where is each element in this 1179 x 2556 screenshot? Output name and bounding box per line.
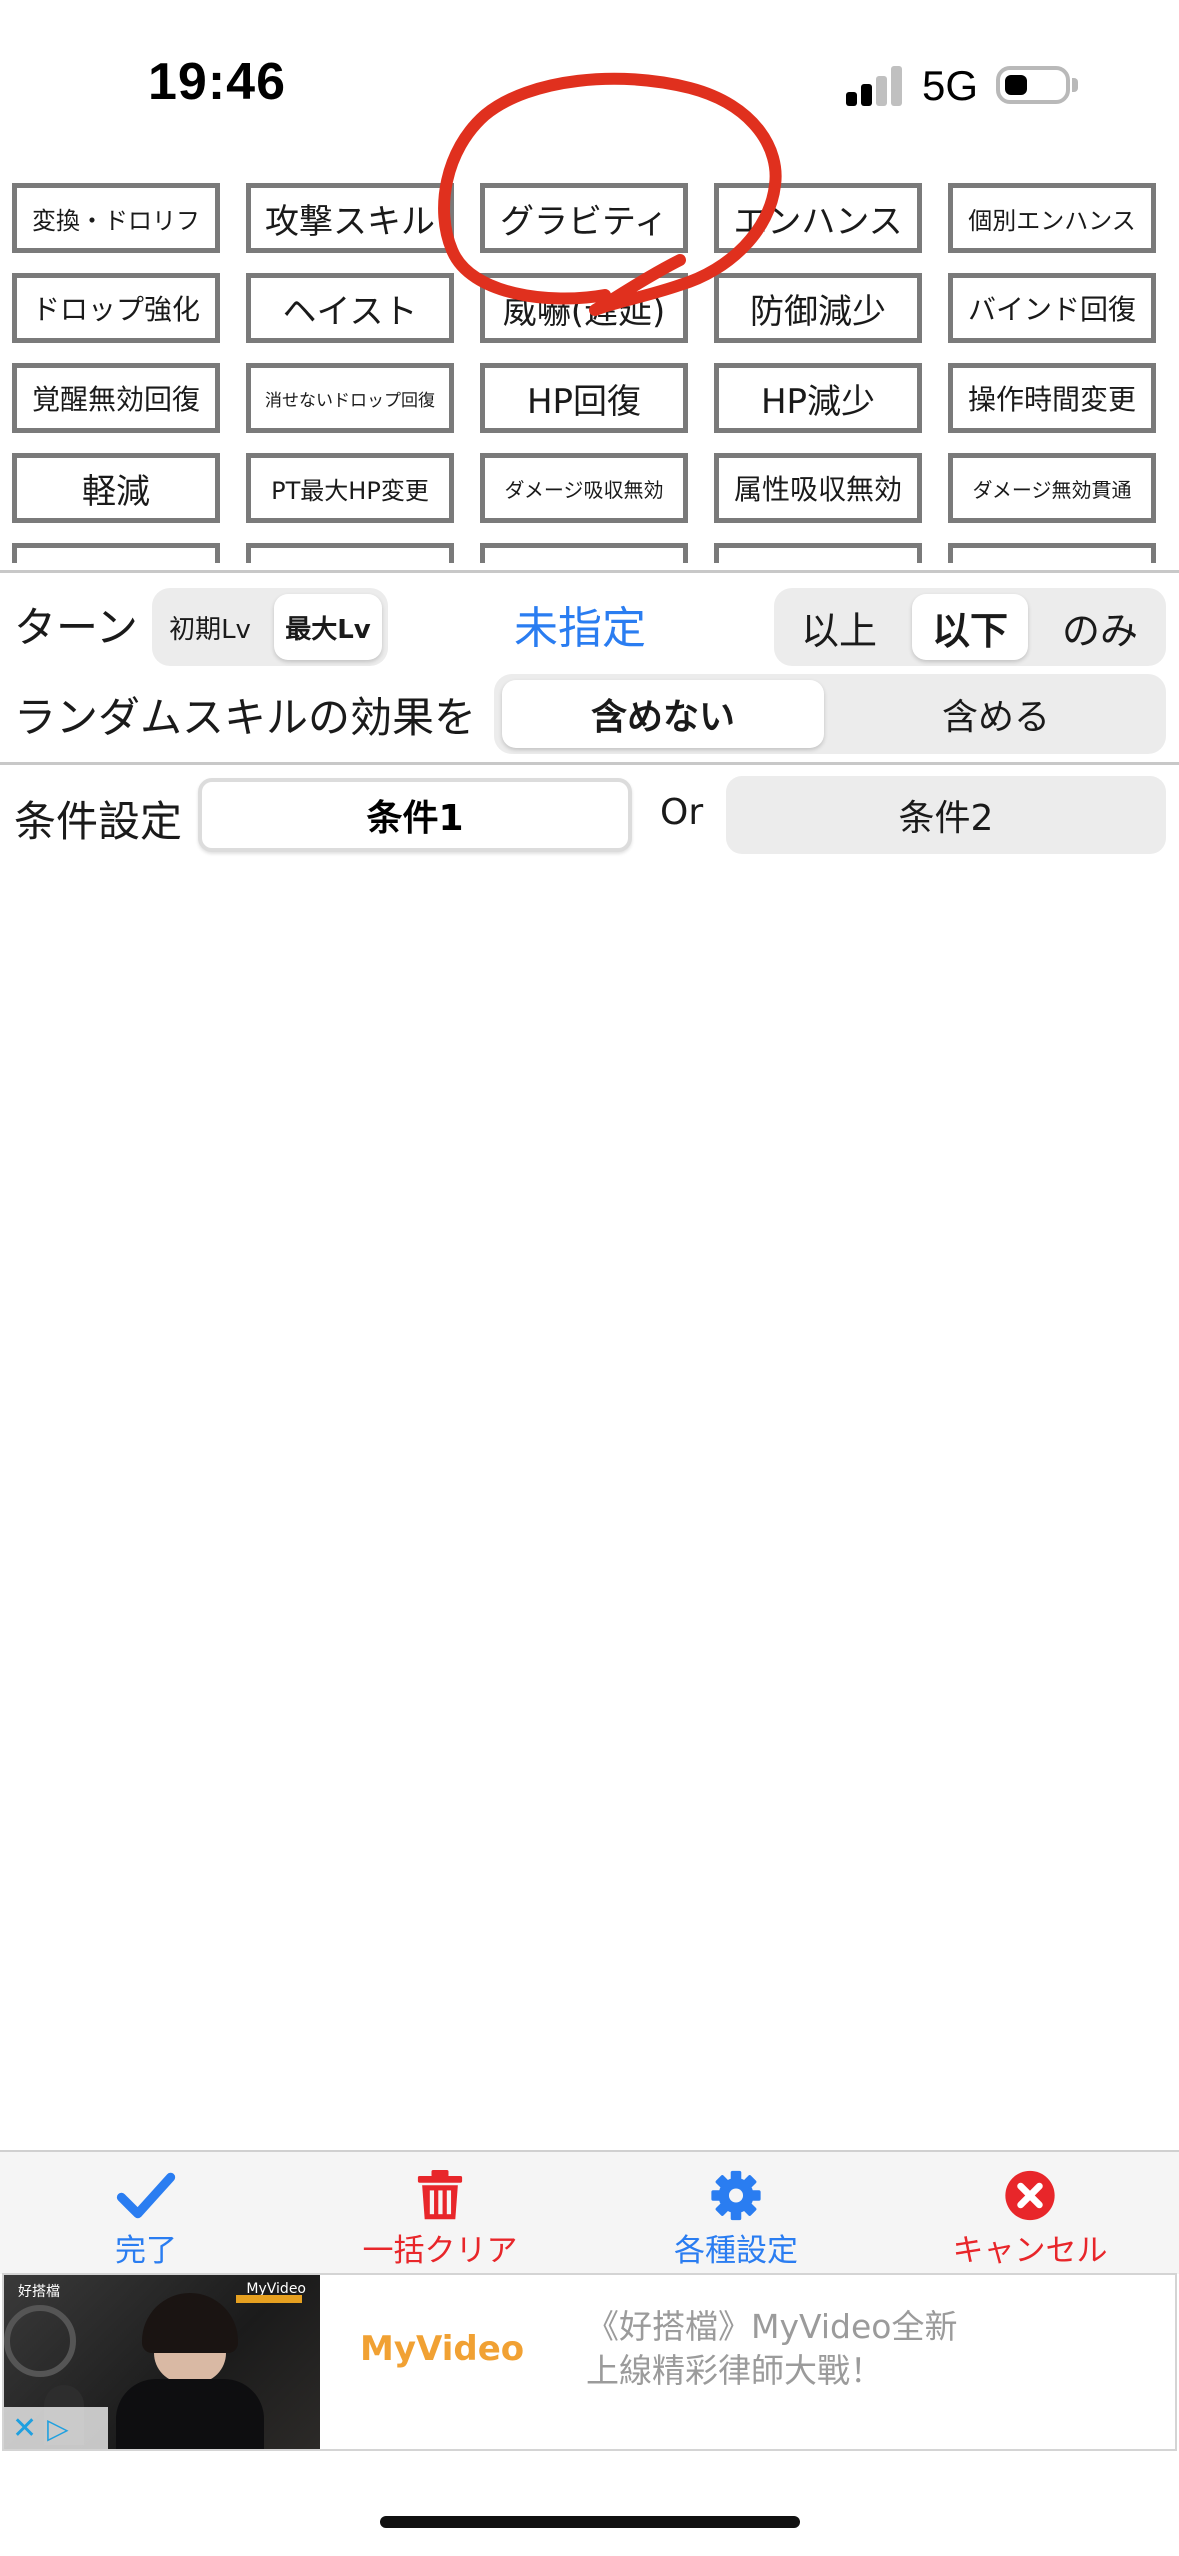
turn-label: ターン	[14, 603, 138, 652]
skill-button-unmatchable-recovery[interactable]: 消せないドロップ回復	[246, 363, 454, 433]
red-annotation-circle	[438, 72, 782, 316]
cancel-label: キャンセル	[952, 2233, 1108, 2269]
network-type: 5G	[922, 62, 979, 109]
home-indicator[interactable]	[380, 2516, 800, 2528]
random-skill-label: ランダムスキルの効果を	[14, 693, 477, 742]
ad-thumbnail-image[interactable]: 好搭檔 MyVideo ✕ ▷	[4, 2275, 320, 2449]
lv-option-initial[interactable]: 初期Lv	[158, 594, 262, 660]
skill-button-drop-enhance[interactable]: ドロップ強化	[12, 273, 220, 343]
skill-button-attack[interactable]: 攻撃スキル	[246, 183, 454, 253]
condition-label: 条件設定	[14, 797, 183, 846]
skill-button-partial[interactable]	[246, 543, 454, 563]
skill-button-partial[interactable]	[480, 543, 688, 563]
ad-close-icon[interactable]: ✕	[12, 2411, 37, 2446]
lv-option-max[interactable]: 最大Lv	[274, 594, 382, 660]
ad-thumb-suit	[116, 2379, 264, 2449]
skill-button-hp-recover[interactable]: HP回復	[480, 363, 688, 433]
skill-button-transform[interactable]: 変換・ドロリフ	[12, 183, 220, 253]
status-time: 19:46	[148, 53, 286, 111]
skill-button-individual-enhance[interactable]: 個別エンハンス	[948, 183, 1156, 253]
condition-2-button[interactable]: 条件2	[726, 776, 1166, 854]
ad-text-line: 《好搭檔》MyVideo全新	[586, 2307, 958, 2346]
ad-thumb-tag: 好搭檔	[18, 2284, 60, 2300]
ad-text: 《好搭檔》MyVideo全新 上線精彩律師大戰！	[586, 2305, 1146, 2393]
condition-1-button[interactable]: 条件1	[198, 778, 632, 852]
ad-thumb-decor	[4, 2305, 76, 2377]
ad-thumb-badge	[236, 2295, 302, 2303]
compare-option-lte[interactable]: 以下	[912, 594, 1028, 660]
skill-button-damage-void-pierce[interactable]: ダメージ無効貫通	[948, 453, 1156, 523]
close-circle-icon	[1005, 2170, 1055, 2221]
random-option-exclude[interactable]: 含めない	[502, 680, 824, 748]
skill-button-hp-reduce[interactable]: HP減少	[714, 363, 922, 433]
done-label: 完了	[115, 2233, 177, 2269]
clear-all-button[interactable]: 一括クリア	[330, 2170, 550, 2270]
lv-segmented-control: 初期Lv 最大Lv	[152, 588, 388, 666]
compare-option-only[interactable]: のみ	[1040, 594, 1160, 660]
ad-thumb-hair	[142, 2293, 238, 2353]
skill-button-move-time[interactable]: 操作時間変更	[948, 363, 1156, 433]
random-skill-segmented-control: 含めない 含める	[494, 674, 1166, 754]
skill-button-awaken-recovery[interactable]: 覚醒無効回復	[12, 363, 220, 433]
settings-button[interactable]: 各種設定	[626, 2170, 846, 2270]
ad-choices[interactable]: ✕ ▷	[4, 2407, 108, 2449]
ad-choices-icon[interactable]: ▷	[47, 2412, 69, 2445]
gear-icon	[711, 2170, 761, 2221]
skill-button-bind-recovery[interactable]: バインド回復	[948, 273, 1156, 343]
skill-button-pt-max-hp[interactable]: PT最大HP変更	[246, 453, 454, 523]
settings-label: 各種設定	[674, 2233, 798, 2269]
compare-option-gte[interactable]: 以上	[780, 594, 898, 660]
skill-button-partial[interactable]	[714, 543, 922, 563]
cancel-button[interactable]: キャンセル	[920, 2170, 1140, 2270]
ad-brand: MyVideo	[360, 2329, 525, 2369]
skill-button-damage-absorb-null[interactable]: ダメージ吸収無効	[480, 453, 688, 523]
battery-icon	[996, 66, 1070, 104]
turn-value[interactable]: 未指定	[514, 592, 646, 656]
done-button[interactable]: 完了	[36, 2170, 256, 2270]
divider	[0, 762, 1179, 765]
checkmark-icon	[116, 2172, 176, 2219]
bottom-toolbar: 完了 一括クリア 各種設定 キャンセル	[0, 2150, 1179, 2274]
ad-banner[interactable]: 好搭檔 MyVideo ✕ ▷ MyVideo 《好搭檔》MyVideo全新 上…	[2, 2273, 1177, 2451]
clear-all-label: 一括クリア	[362, 2233, 518, 2269]
skill-button-mitigation[interactable]: 軽減	[12, 453, 220, 523]
skill-button-haste[interactable]: ヘイスト	[246, 273, 454, 343]
trash-icon	[417, 2170, 463, 2220]
skill-button-partial[interactable]	[948, 543, 1156, 563]
skill-button-attr-absorb-null[interactable]: 属性吸収無効	[714, 453, 922, 523]
skill-button-partial[interactable]	[12, 543, 220, 563]
or-label: Or	[660, 792, 704, 833]
random-option-include[interactable]: 含める	[834, 680, 1158, 748]
ad-text-line: 上線精彩律師大戰！	[586, 2351, 883, 2390]
compare-segmented-control: 以上 以下 のみ	[774, 588, 1166, 666]
battery-tip	[1072, 78, 1078, 92]
divider	[0, 570, 1179, 573]
cellular-signal-icon	[846, 66, 902, 106]
